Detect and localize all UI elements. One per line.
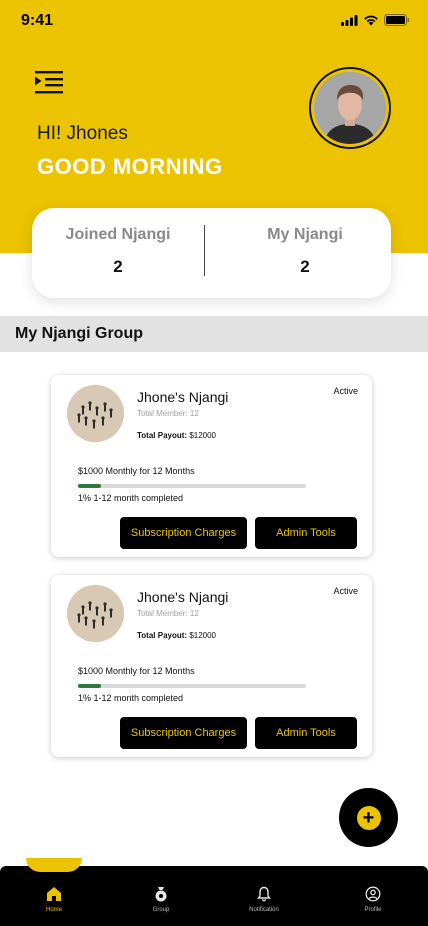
progress-text: 1% 1-12 month completed bbox=[78, 693, 184, 703]
nav-label: Notification bbox=[249, 907, 279, 913]
bell-icon bbox=[257, 886, 271, 902]
nav-active-indicator bbox=[26, 858, 82, 872]
bottom-nav: Home Group Notification Profile bbox=[0, 858, 428, 926]
group-members: Total Member: 12 bbox=[137, 409, 199, 418]
payout-label: Total Payout: bbox=[137, 431, 188, 440]
signal-icon bbox=[341, 14, 358, 26]
group-plan: $1000 Monthly for 12 Months bbox=[78, 666, 195, 676]
group-card[interactable]: Jhone's Njangi Total Member: 12 Total Pa… bbox=[51, 375, 372, 557]
money-bag-icon bbox=[155, 887, 167, 902]
progress-bar bbox=[78, 484, 306, 488]
avatar-photo bbox=[314, 72, 386, 144]
subscription-charges-button[interactable]: Subscription Charges bbox=[120, 717, 247, 749]
group-image bbox=[67, 385, 124, 442]
progress-text: 1% 1-12 month completed bbox=[78, 493, 184, 503]
status-bar: 9:41 bbox=[0, 0, 428, 44]
profile-avatar[interactable] bbox=[309, 67, 391, 149]
nav-item-group[interactable]: Group bbox=[126, 886, 196, 913]
nav-item-notification[interactable]: Notification bbox=[229, 886, 299, 913]
section-title: My Njangi Group bbox=[15, 325, 143, 342]
nav-label: Profile bbox=[364, 907, 382, 913]
wifi-icon bbox=[364, 15, 378, 26]
progress-fill bbox=[78, 684, 101, 688]
menu-icon[interactable] bbox=[35, 70, 63, 94]
payout-label: Total Payout: bbox=[137, 631, 188, 640]
admin-tools-button[interactable]: Admin Tools bbox=[255, 517, 357, 549]
payout-value: $12000 bbox=[189, 431, 217, 440]
group-payout: Total Payout: $12000 bbox=[137, 631, 216, 640]
home-icon bbox=[47, 887, 61, 901]
joined-njangi-value: 2 bbox=[113, 257, 123, 276]
payout-value: $12000 bbox=[189, 631, 217, 640]
joined-njangi-stat[interactable]: Joined Njangi 2 bbox=[32, 208, 204, 298]
greeting-name: HI! Jhones bbox=[37, 123, 128, 144]
status-badge: Active bbox=[333, 386, 358, 396]
plus-icon: + bbox=[356, 805, 381, 830]
group-payout: Total Payout: $12000 bbox=[137, 431, 216, 440]
stats-card: Joined Njangi 2 My Njangi 2 bbox=[32, 208, 391, 298]
nav-label: Home bbox=[45, 907, 62, 913]
group-name: Jhone's Njangi bbox=[137, 589, 229, 605]
group-plan: $1000 Monthly for 12 Months bbox=[78, 466, 195, 476]
nav-label: Group bbox=[152, 907, 170, 913]
progress-fill bbox=[78, 484, 101, 488]
nav-item-profile[interactable]: Profile bbox=[338, 886, 408, 913]
group-name: Jhone's Njangi bbox=[137, 389, 229, 405]
add-group-button[interactable]: + bbox=[339, 788, 398, 847]
group-card[interactable]: Jhone's Njangi Total Member: 12 Total Pa… bbox=[51, 575, 372, 757]
status-icons bbox=[341, 14, 410, 26]
my-njangi-stat[interactable]: My Njangi 2 bbox=[219, 208, 391, 298]
status-badge: Active bbox=[333, 586, 358, 596]
admin-tools-button[interactable]: Admin Tools bbox=[255, 717, 357, 749]
group-members: Total Member: 12 bbox=[137, 609, 199, 618]
greeting-time: GOOD MORNING bbox=[37, 154, 223, 179]
my-njangi-value: 2 bbox=[300, 257, 310, 276]
status-time: 9:41 bbox=[21, 12, 54, 29]
my-njangi-label: My Njangi bbox=[267, 226, 343, 243]
nav-item-home[interactable]: Home bbox=[19, 886, 89, 913]
group-image bbox=[67, 585, 124, 642]
subscription-charges-button[interactable]: Subscription Charges bbox=[120, 517, 247, 549]
user-circle-icon bbox=[365, 886, 381, 902]
joined-njangi-label: Joined Njangi bbox=[65, 226, 171, 243]
section-header: My Njangi Group bbox=[0, 316, 428, 352]
battery-icon bbox=[384, 14, 410, 26]
stats-divider bbox=[204, 225, 205, 276]
progress-bar bbox=[78, 684, 306, 688]
